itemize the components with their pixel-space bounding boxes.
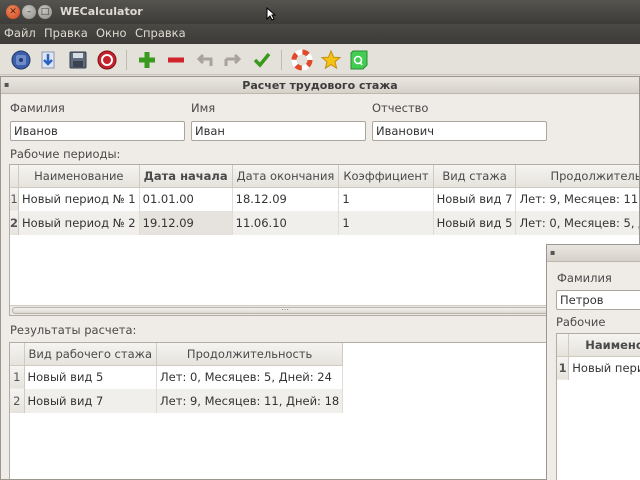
cell-kind[interactable]: Новый вид 5 (433, 211, 517, 235)
document-window-2: ▪ Фамилия Петров Рабочие перио Наимено 1… (546, 244, 640, 480)
menu-edit[interactable]: Правка (44, 26, 88, 40)
cell-duration[interactable]: Лет: 9, Месяцев: 11, Дне (515, 187, 639, 211)
periods-table[interactable]: Наимено 1 Новый пери (556, 333, 640, 480)
cell-name[interactable]: Новый пери (568, 356, 640, 380)
table-row[interactable]: 2 Новый период № 2 19.12.09 11.06.10 1 Н… (10, 211, 639, 235)
cell-start-date[interactable]: 19.12.09 (139, 211, 233, 235)
corner-header (10, 165, 19, 188)
close-circle-icon[interactable] (96, 49, 118, 71)
col-header-name[interactable]: Наименование (18, 165, 140, 188)
col-header-start-date[interactable]: Дата начала (139, 165, 233, 188)
col-header-kind[interactable]: Вид рабочего стажа (24, 343, 158, 366)
window-close-button[interactable]: ✕ (6, 5, 20, 19)
scroll-grip-icon: ⋯ (281, 305, 289, 314)
star-icon[interactable] (320, 49, 342, 71)
row-header[interactable]: 2 (10, 211, 19, 235)
window-minimize-button[interactable]: – (22, 5, 36, 19)
corner-header (10, 343, 25, 366)
redo-icon[interactable] (222, 49, 244, 71)
menu-bar: Файл Правка Окно Справка (0, 24, 640, 44)
row-header[interactable]: 1 (10, 365, 25, 389)
table-row[interactable]: 1 Новый период № 1 01.01.00 18.12.09 1 Н… (10, 187, 639, 211)
save-icon[interactable] (67, 49, 89, 71)
document-titlebar[interactable]: ▪ Расчет трудового стажа (1, 77, 639, 94)
cell-coefficient[interactable]: 1 (338, 187, 434, 211)
table-row[interactable]: 1 Новый пери (557, 356, 640, 380)
mdi-area: ▪ Расчет трудового стажа Фамилия Имя Отч… (0, 76, 640, 480)
periods-header-row: Наимено (557, 334, 640, 357)
menu-help[interactable]: Справка (135, 26, 186, 40)
results-header-row: Вид рабочего стажа Продолжительность (10, 343, 344, 366)
col-header-end-date[interactable]: Дата окончания (232, 165, 340, 188)
cell-name[interactable]: Новый период № 1 (18, 187, 140, 211)
row-header[interactable]: 2 (10, 389, 25, 413)
menu-window[interactable]: Окно (96, 26, 127, 40)
surname-field[interactable]: Петров (556, 290, 640, 310)
col-header-kind[interactable]: Вид стажа (433, 165, 517, 188)
qt-icon[interactable] (348, 49, 370, 71)
toolbar (0, 44, 640, 75)
col-header-name[interactable]: Наимено (568, 334, 640, 357)
cell-duration[interactable]: Лет: 9, Месяцев: 11, Дней: 18 (156, 389, 344, 413)
minus-icon[interactable] (165, 49, 187, 71)
cell-duration[interactable]: Лет: 0, Месяцев: 5, Дней: 24 (156, 365, 344, 389)
col-header-duration[interactable]: Продолжительность (515, 165, 639, 188)
mouse-cursor-icon (266, 7, 276, 21)
row-header[interactable]: 1 (557, 356, 570, 380)
patronymic-label: Отчество (372, 101, 429, 115)
cell-end-date[interactable]: 11.06.10 (232, 211, 340, 235)
cell-end-date[interactable]: 18.12.09 (232, 187, 340, 211)
window-titlebar: ✕ – □ WECalculator (0, 0, 640, 24)
document-title: Расчет трудового стажа (242, 79, 398, 92)
cell-name[interactable]: Новый период № 2 (18, 211, 140, 235)
cell-kind[interactable]: Новый вид 7 (433, 187, 517, 211)
window-menu-icon[interactable]: ▪ (550, 248, 555, 257)
col-header-duration[interactable]: Продолжительность (156, 343, 344, 366)
surname-label: Фамилия (557, 271, 612, 285)
document-titlebar[interactable]: ▪ (547, 245, 640, 262)
periods-label: Рабочие периоды: (10, 147, 121, 161)
surname-label: Фамилия (10, 101, 65, 115)
cell-duration[interactable]: Лет: 0, Месяцев: 5, Дней (515, 211, 639, 235)
window-maximize-button[interactable]: □ (38, 5, 52, 19)
col-header-coefficient[interactable]: Коэффициент (338, 165, 434, 188)
surname-field[interactable]: Иванов (10, 121, 185, 141)
check-icon[interactable] (251, 49, 273, 71)
name-field[interactable]: Иван (191, 121, 366, 141)
patronymic-field[interactable]: Иванович (372, 121, 547, 141)
cell-start-date[interactable]: 01.01.00 (139, 187, 233, 211)
undo-icon[interactable] (194, 49, 216, 71)
cell-kind[interactable]: Новый вид 5 (24, 365, 158, 389)
disk-icon[interactable] (10, 49, 32, 71)
cell-kind[interactable]: Новый вид 7 (24, 389, 158, 413)
results-label: Результаты расчета: (10, 323, 137, 337)
toolbar-separator (126, 50, 127, 70)
document-window-1: ▪ Расчет трудового стажа Фамилия Имя Отч… (0, 76, 640, 480)
lifebuoy-icon[interactable] (291, 49, 313, 71)
cell-coefficient[interactable]: 1 (338, 211, 434, 235)
plus-icon[interactable] (136, 49, 158, 71)
table-row[interactable]: 2 Новый вид 7 Лет: 9, Месяцев: 11, Дней:… (10, 389, 344, 413)
download-icon[interactable] (37, 49, 59, 71)
menu-file[interactable]: Файл (4, 26, 36, 40)
periods-header-row: Наименование Дата начала Дата окончания … (10, 165, 639, 188)
window-title: WECalculator (60, 5, 143, 18)
toolbar-separator (281, 50, 282, 70)
name-label: Имя (191, 101, 216, 115)
corner-header (557, 334, 570, 357)
row-header[interactable]: 1 (10, 187, 19, 211)
scrollbar-thumb[interactable]: ⋯ (12, 305, 612, 314)
table-row[interactable]: 1 Новый вид 5 Лет: 0, Месяцев: 5, Дней: … (10, 365, 344, 389)
